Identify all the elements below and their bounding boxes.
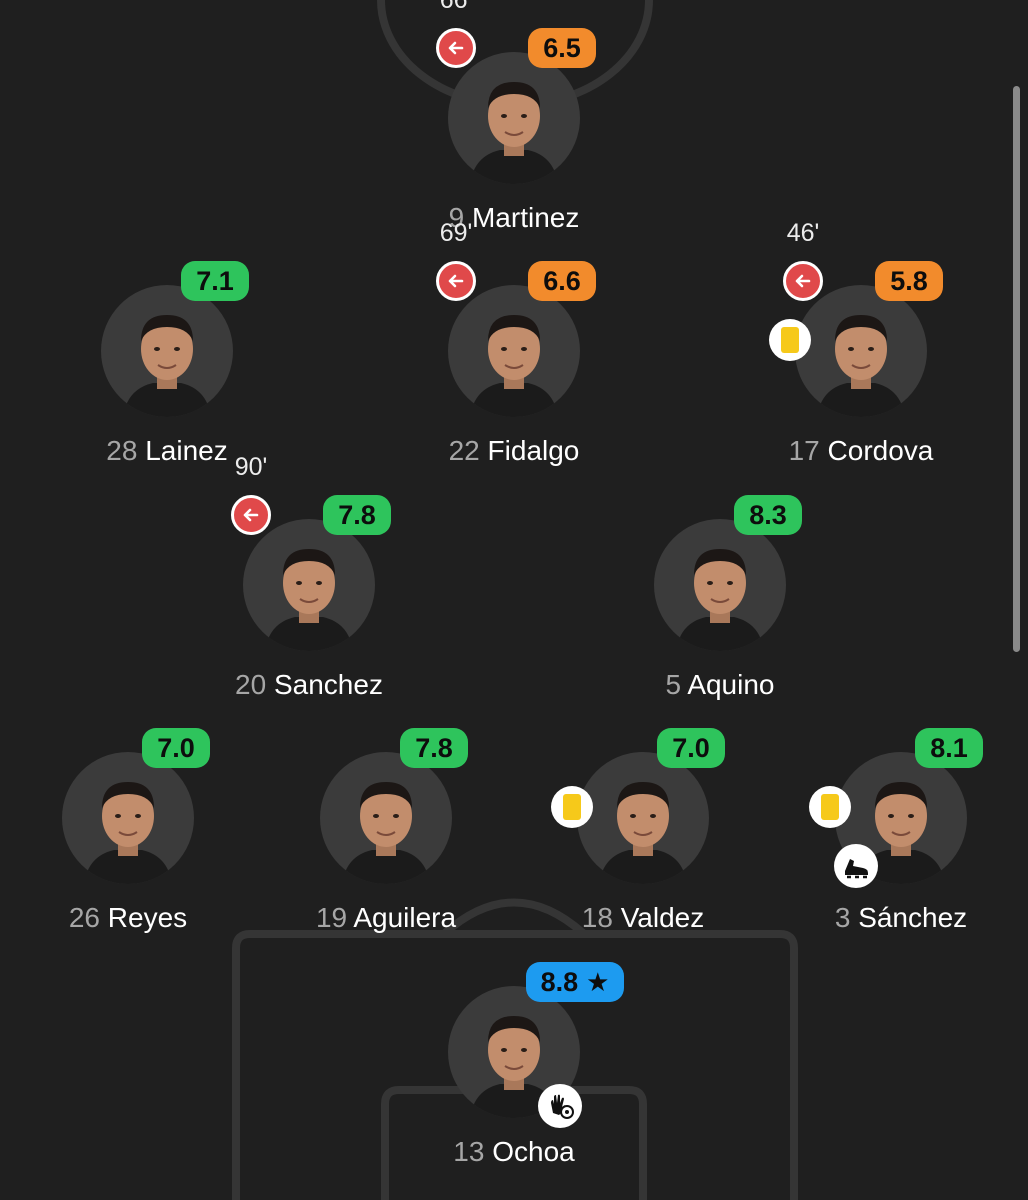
player-name: Fidalgo (487, 435, 580, 466)
substituted-off-icon (783, 261, 823, 301)
substituted-off-icon (436, 261, 476, 301)
rating-value: 7.0 (157, 732, 195, 763)
substituted-off-icon (436, 28, 476, 68)
rating-badge: 8.1 (915, 728, 983, 768)
avatar (795, 285, 927, 417)
player-name: Sanchez (273, 669, 383, 700)
rating-value: 6.5 (543, 32, 581, 63)
rating-badge: 6.5 (528, 28, 596, 68)
player-number: 3 (834, 902, 851, 933)
rating-value: 7.8 (415, 732, 453, 763)
substitution-time: 46' (786, 219, 820, 247)
substitution-time: 66' (439, 0, 473, 14)
avatar (577, 752, 709, 884)
yellow-card-icon (809, 786, 851, 828)
player-number: 5 (665, 669, 682, 700)
avatar (62, 752, 194, 884)
player-label: 3 Sánchez (701, 902, 1028, 934)
player-number: 28 (106, 435, 138, 466)
avatar (243, 519, 375, 651)
player-label: 9 Martinez (314, 202, 714, 234)
player-number: 18 (581, 902, 613, 933)
player-name: Ochoa (492, 1136, 575, 1167)
avatar (448, 52, 580, 184)
goalkeeper-glove-icon (538, 1084, 582, 1128)
rating-badge: 7.0 (142, 728, 210, 768)
player-name: Reyes (107, 902, 188, 933)
rating-badge: 8.8 ★ (526, 962, 624, 1002)
player-number: 19 (315, 902, 348, 933)
player-number: 13 (453, 1136, 485, 1167)
yellow-card-icon (769, 319, 811, 361)
yellow-card-icon (551, 786, 593, 828)
player-name: Aquino (687, 669, 775, 700)
substitution-time: 90' (234, 453, 268, 481)
rating-value: 5.8 (890, 265, 928, 296)
boot-icon (834, 844, 878, 888)
rating-value: 8.1 (930, 732, 968, 763)
avatar (654, 519, 786, 651)
player-number: 26 (68, 902, 100, 933)
star-icon: ★ (586, 966, 610, 997)
rating-badge: 8.3 (734, 495, 802, 535)
player-name: Sánchez (858, 902, 968, 933)
player-label: 20 Sanchez (109, 669, 509, 701)
player-name: Valdez (620, 902, 705, 933)
player-name: Aguilera (353, 902, 457, 933)
rating-badge: 6.6 (528, 261, 596, 301)
player-label: 17 Cordova (661, 435, 1028, 467)
rating-badge: 5.8 (875, 261, 943, 301)
player-label: 28 Lainez (0, 435, 367, 467)
scrollbar[interactable] (1013, 86, 1020, 652)
avatar (448, 285, 580, 417)
rating-value: 8.8 (540, 966, 579, 997)
avatar (320, 752, 452, 884)
rating-badge: 7.8 (323, 495, 391, 535)
rating-badge: 7.8 (400, 728, 468, 768)
substitution-time: 69' (439, 219, 473, 247)
rating-value: 8.3 (749, 499, 787, 530)
player-number: 22 (448, 435, 480, 466)
avatar (101, 285, 233, 417)
player-label: 5 Aquino (520, 669, 920, 701)
rating-value: 7.0 (672, 732, 710, 763)
rating-badge: 7.0 (657, 728, 725, 768)
rating-value: 7.1 (196, 265, 234, 296)
rating-value: 7.8 (338, 499, 376, 530)
player-name: Cordova (827, 435, 934, 466)
rating-badge: 7.1 (181, 261, 249, 301)
player-label: 22 Fidalgo (314, 435, 714, 467)
rating-value: 6.6 (543, 265, 581, 296)
player-number: 17 (788, 435, 820, 466)
substituted-off-icon (231, 495, 271, 535)
player-number: 20 (235, 669, 267, 700)
player-label: 13 Ochoa (314, 1136, 714, 1168)
